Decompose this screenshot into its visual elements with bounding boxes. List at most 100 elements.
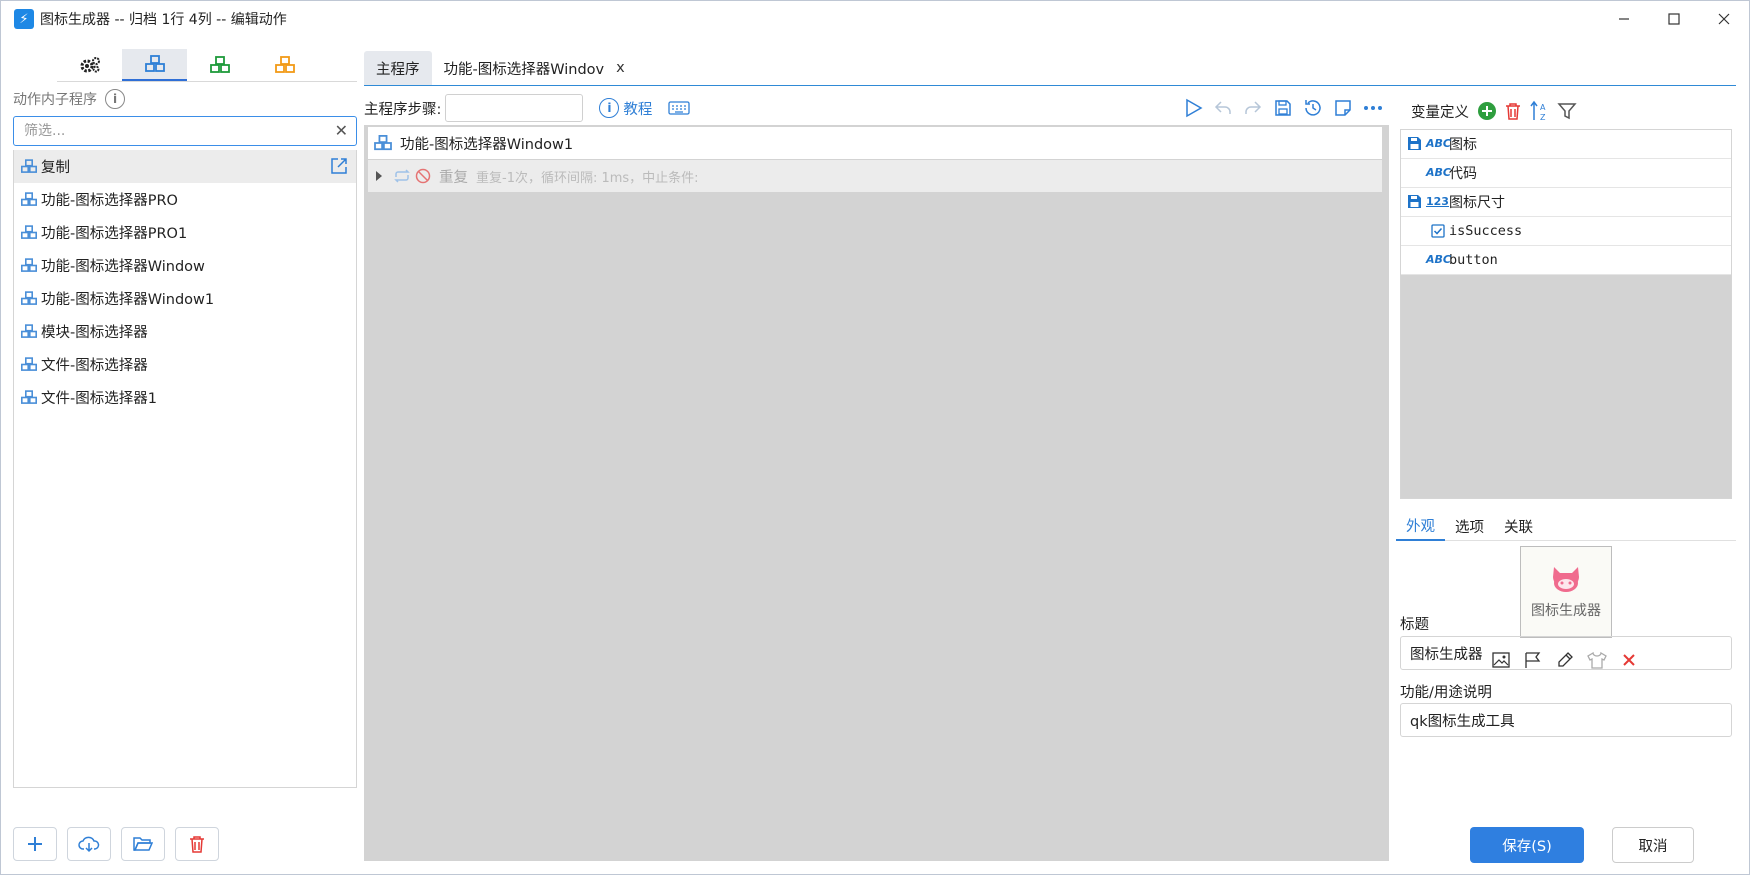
variable-row[interactable]: ABC button bbox=[1401, 246, 1731, 275]
variable-name: 图标 bbox=[1449, 137, 1477, 153]
save-icon bbox=[1275, 100, 1291, 116]
maximize-button[interactable] bbox=[1649, 1, 1699, 37]
list-item-label: 文件-图标选择器 bbox=[41, 358, 148, 374]
list-item[interactable]: 功能-图标选择器PRO1 bbox=[14, 216, 356, 249]
icon-preview[interactable]: 图标生成器 bbox=[1520, 546, 1612, 638]
list-item-label: 功能-图标选择器PRO bbox=[41, 193, 178, 209]
add-button[interactable] bbox=[13, 827, 57, 861]
step-toolbar: 主程序步骤: i 教程 bbox=[364, 93, 1384, 123]
disabled-icon bbox=[415, 168, 431, 184]
cubes-icon bbox=[21, 192, 37, 206]
variables-header: 变量定义 AZ bbox=[1394, 93, 1739, 129]
tutorial-label: 教程 bbox=[623, 101, 653, 118]
left-tab-bar bbox=[57, 49, 357, 82]
blue-cubes-icon bbox=[144, 55, 165, 72]
right-panel: 变量定义 AZ ABC 图标 ABC 代码 123 图标尺寸 isSuccess… bbox=[1394, 93, 1739, 871]
left-panel: 动作内子程序 i ✕ 复制 功能-图标选择器PRO 功能-图标选择器PRO1 bbox=[13, 49, 357, 871]
svg-text:Z: Z bbox=[1540, 113, 1546, 122]
save-toolbar-button[interactable] bbox=[1272, 97, 1294, 119]
tab-appearance[interactable]: 外观 bbox=[1396, 511, 1445, 541]
cubes-icon bbox=[21, 159, 37, 173]
sort-az-icon[interactable]: AZ bbox=[1529, 100, 1549, 122]
title-input[interactable]: 图标生成器 bbox=[1400, 636, 1732, 670]
list-item[interactable]: 文件-图标选择器 bbox=[14, 348, 356, 381]
variable-name: 代码 bbox=[1449, 166, 1477, 182]
list-item-label: 功能-图标选择器Window bbox=[41, 259, 205, 275]
cubes-icon bbox=[374, 135, 392, 151]
app-window: ⚡ 图标生成器 -- 归档 1行 4列 -- 编辑动作 动作内子程序 i 筛选.… bbox=[0, 0, 1750, 875]
string-type-icon: ABC bbox=[1426, 166, 1451, 179]
history-icon bbox=[1305, 100, 1321, 116]
clear-filter-icon[interactable]: ✕ bbox=[335, 121, 348, 140]
note-icon bbox=[1335, 100, 1351, 116]
save-icon bbox=[1408, 137, 1421, 150]
variable-row[interactable]: 123 图标尺寸 bbox=[1401, 188, 1731, 217]
delete-variable-icon[interactable] bbox=[1505, 102, 1521, 120]
variable-row[interactable]: isSuccess bbox=[1401, 217, 1731, 246]
run-button[interactable] bbox=[1182, 97, 1204, 119]
filter-box: ✕ bbox=[13, 116, 357, 146]
open-folder-button[interactable] bbox=[121, 827, 165, 861]
save-button[interactable]: 保存(S) bbox=[1470, 827, 1584, 863]
delete-button[interactable] bbox=[175, 827, 219, 861]
description-input[interactable]: qk图标生成工具 bbox=[1400, 703, 1732, 737]
property-tabs: 外观 选项 关联 bbox=[1396, 511, 1736, 541]
list-item-label: 文件-图标选择器1 bbox=[41, 391, 157, 407]
info-icon: i bbox=[599, 98, 620, 118]
variables-title: 变量定义 bbox=[1411, 104, 1469, 121]
tab-association[interactable]: 关联 bbox=[1494, 511, 1543, 541]
section-label: 动作内子程序 i bbox=[13, 88, 357, 110]
tab-settings[interactable] bbox=[57, 49, 122, 81]
cubes-icon bbox=[21, 291, 37, 305]
info-icon[interactable]: i bbox=[105, 89, 125, 109]
number-type-icon: 123 bbox=[1426, 195, 1449, 208]
list-item[interactable]: 模块-图标选择器 bbox=[14, 315, 356, 348]
cloud-download-button[interactable] bbox=[67, 827, 111, 861]
variable-row[interactable]: ABC 代码 bbox=[1401, 159, 1731, 188]
variable-name: 图标尺寸 bbox=[1449, 195, 1505, 211]
tab-subroutines-blue[interactable] bbox=[122, 49, 187, 81]
list-item[interactable]: 功能-图标选择器Window1 bbox=[14, 282, 356, 315]
expand-arrow-icon[interactable] bbox=[374, 170, 384, 182]
close-window-button[interactable] bbox=[1699, 1, 1749, 37]
tab-subroutines-green[interactable] bbox=[187, 49, 252, 81]
history-button[interactable] bbox=[1302, 97, 1324, 119]
filter-input[interactable] bbox=[24, 123, 324, 139]
variable-row[interactable]: ABC 图标 bbox=[1401, 130, 1731, 159]
variable-name: isSuccess bbox=[1449, 223, 1523, 239]
plus-icon bbox=[28, 837, 42, 851]
subroutines-label: 动作内子程序 bbox=[13, 92, 97, 108]
list-item[interactable]: 文件-图标选择器1 bbox=[14, 381, 356, 414]
minimize-button[interactable] bbox=[1599, 1, 1649, 37]
undo-button[interactable] bbox=[1212, 97, 1234, 119]
more-button[interactable] bbox=[1362, 97, 1384, 119]
string-type-icon: ABC bbox=[1426, 253, 1451, 266]
undo-icon bbox=[1214, 101, 1231, 114]
cancel-button[interactable]: 取消 bbox=[1612, 827, 1694, 863]
list-item[interactable]: 功能-图标选择器Window bbox=[14, 249, 356, 282]
filter-icon[interactable] bbox=[1557, 101, 1577, 121]
subroutine-list: 复制 功能-图标选择器PRO 功能-图标选择器PRO1 功能-图标选择器Wind… bbox=[13, 150, 357, 788]
add-variable-icon[interactable] bbox=[1477, 101, 1497, 121]
open-external-icon[interactable] bbox=[330, 157, 348, 175]
tutorial-link[interactable]: i 教程 bbox=[599, 98, 652, 119]
note-button[interactable] bbox=[1332, 97, 1354, 119]
step-search-input[interactable] bbox=[445, 94, 584, 122]
tab-options[interactable]: 选项 bbox=[1445, 511, 1494, 541]
tab-close-button[interactable]: x bbox=[616, 60, 625, 76]
keyboard-icon[interactable] bbox=[668, 100, 691, 116]
step-row[interactable]: 重复 重复-1次，循环间隔: 1ms，中止条件: bbox=[368, 160, 1382, 192]
tab-subroutine[interactable]: 功能-图标选择器Windov x bbox=[432, 51, 637, 85]
list-item[interactable]: 功能-图标选择器PRO bbox=[14, 183, 356, 216]
step-detail: 重复-1次，循环间隔: 1ms，中止条件: bbox=[476, 170, 699, 186]
title-bar: ⚡ 图标生成器 -- 归档 1行 4列 -- 编辑动作 bbox=[1, 1, 1749, 37]
variable-name: button bbox=[1449, 252, 1498, 268]
window-controls bbox=[1599, 1, 1749, 37]
cubes-icon bbox=[21, 390, 37, 404]
save-icon bbox=[1408, 195, 1421, 208]
list-item[interactable]: 复制 bbox=[14, 150, 356, 183]
tab-main-program[interactable]: 主程序 bbox=[364, 51, 432, 85]
tab-subroutines-orange[interactable] bbox=[252, 49, 317, 81]
step-row[interactable]: 功能-图标选择器Window1 bbox=[368, 127, 1382, 159]
redo-button[interactable] bbox=[1242, 97, 1264, 119]
